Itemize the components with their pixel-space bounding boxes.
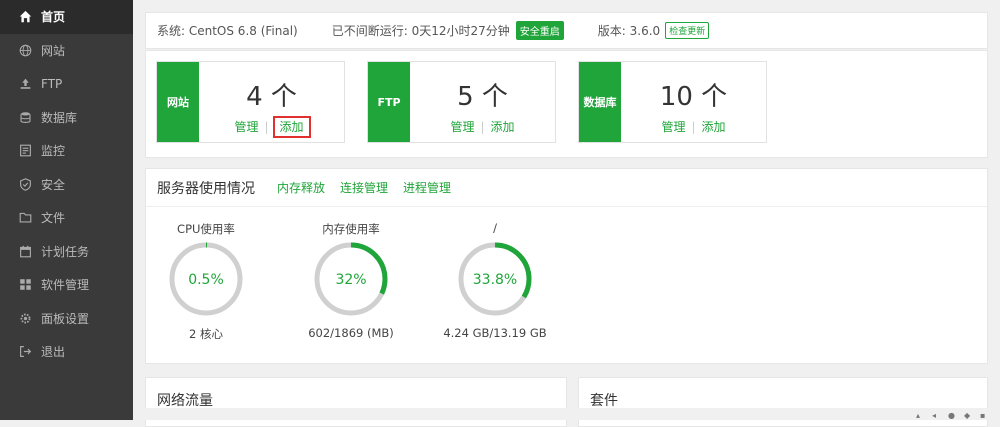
card-count: 10 个	[659, 82, 728, 112]
sidebar-item-label: 监控	[41, 144, 66, 159]
add-link[interactable]: 添加	[702, 120, 726, 134]
connection-manage-link[interactable]: 连接管理	[340, 179, 388, 196]
monitor-icon	[18, 144, 32, 158]
card-label: FTP	[368, 62, 410, 142]
gauge-ring: 33.8%	[458, 242, 532, 316]
sidebar-item-label: 软件管理	[41, 278, 90, 293]
home-icon	[18, 10, 32, 24]
status-strip: ▴ ◂ ● ◆ ▪	[133, 408, 1000, 420]
disk-gauge[interactable]: / 33.8% 4.24 GB/13.19 GB	[435, 221, 555, 340]
card-label: 网站	[157, 62, 199, 142]
gauge-subtitle: 602/1869 (MB)	[308, 326, 394, 340]
tray-icon[interactable]: ●	[948, 412, 958, 420]
globe-icon	[18, 43, 32, 57]
sidebar-item-label: 面板设置	[41, 311, 90, 326]
logout-icon	[18, 345, 32, 359]
shield-icon	[18, 177, 32, 191]
card-label: 数据库	[579, 62, 621, 142]
system-os: 系统: CentOS 6.8 (Final)	[157, 24, 298, 38]
manage-link[interactable]: 管理	[450, 120, 474, 134]
sidebar-item-ftp[interactable]: FTP	[0, 67, 133, 101]
safe-restart-button[interactable]: 安全重启	[515, 21, 564, 40]
sidebar-item-logout[interactable]: 退出	[0, 335, 133, 369]
sidebar-item-label: 数据库	[41, 110, 78, 125]
card-links: 管理 | 添加	[410, 118, 555, 135]
calendar-icon	[18, 244, 32, 258]
sidebar-item-cron[interactable]: 计划任务	[0, 235, 133, 269]
link-separator: |	[691, 120, 696, 134]
check-update-button[interactable]: 检查更新	[665, 22, 710, 39]
sidebar-item-label: 文件	[41, 211, 66, 226]
memory-release-link[interactable]: 内存释放	[277, 179, 325, 196]
cpu-gauge[interactable]: CPU使用率 0.5% 2 核心	[146, 221, 266, 342]
gauge-title: /	[493, 221, 497, 235]
sidebar-item-label: 首页	[41, 10, 66, 25]
panel-version: 版本: 3.6.0 检查更新	[597, 22, 710, 39]
version-text: 版本: 3.6.0	[597, 24, 661, 38]
card-count: 5 个	[457, 82, 508, 112]
sidebar-item-security[interactable]: 安全	[0, 168, 133, 202]
sidebar-item-label: FTP	[41, 76, 63, 91]
database-stat-card: 数据库 10 个 管理 | 添加	[578, 61, 767, 143]
plugins-title: 套件	[590, 393, 618, 409]
gauge-subtitle: 2 核心	[189, 327, 223, 341]
database-icon	[18, 110, 32, 124]
sidebar-item-monitor[interactable]: 监控	[0, 134, 133, 168]
card-count: 4 个	[246, 82, 297, 112]
gauge-ring: 0.5%	[169, 242, 243, 316]
sidebar-item-label: 网站	[41, 43, 66, 58]
sidebar-item-files[interactable]: 文件	[0, 201, 133, 235]
system-info-bar: 系统: CentOS 6.8 (Final) 已不间断运行: 0天12小时27分…	[145, 12, 988, 49]
ftp-stat-card: FTP 5 个 管理 | 添加	[367, 61, 556, 143]
usage-title: 服务器使用情况	[157, 180, 255, 197]
sidebar-item-label: 计划任务	[41, 244, 90, 259]
sidebar: 首页 网站 FTP 数据库 监控 安全 文件 计划任务 软件管理 面板设置 退出	[0, 0, 133, 420]
sidebar-item-website[interactable]: 网站	[0, 34, 133, 68]
apps-icon	[18, 278, 32, 292]
gear-icon	[18, 311, 32, 325]
main-content: 系统: CentOS 6.8 (Final) 已不间断运行: 0天12小时27分…	[133, 0, 1000, 427]
card-links: 管理 | 添加	[621, 118, 766, 135]
link-separator: |	[264, 120, 269, 134]
gauge-title: 内存使用率	[322, 222, 380, 236]
sidebar-item-label: 退出	[41, 345, 66, 360]
add-link[interactable]: 添加	[491, 120, 515, 134]
manage-link[interactable]: 管理	[234, 120, 258, 134]
gauge-value: 0.5%	[188, 272, 224, 288]
sidebar-item-settings[interactable]: 面板设置	[0, 302, 133, 336]
link-separator: |	[480, 120, 485, 134]
gauge-value: 32%	[335, 272, 366, 288]
system-uptime: 已不间断运行: 0天12小时27分钟 安全重启	[332, 21, 564, 40]
sidebar-item-software[interactable]: 软件管理	[0, 268, 133, 302]
gauge-subtitle: 4.24 GB/13.19 GB	[443, 326, 547, 340]
gauge-title: CPU使用率	[177, 222, 235, 236]
uptime-text: 已不间断运行: 0天12小时27分钟	[331, 24, 510, 38]
manage-link[interactable]: 管理	[661, 120, 685, 134]
memory-gauge[interactable]: 内存使用率 32% 602/1869 (MB)	[291, 221, 411, 340]
tray-icon[interactable]: ◂	[932, 412, 942, 420]
process-manage-link[interactable]: 进程管理	[403, 179, 451, 196]
sidebar-item-label: 安全	[41, 177, 66, 192]
upload-icon	[18, 77, 32, 91]
tray-icon[interactable]: ◆	[964, 412, 974, 420]
gauge-ring: 32%	[314, 242, 388, 316]
tray-icons: ▴ ◂ ● ◆ ▪	[916, 412, 990, 420]
network-traffic-title: 网络流量	[157, 393, 213, 409]
server-usage-panel: 服务器使用情况 内存释放 连接管理 进程管理 CPU使用率 0.5% 2 核心 …	[145, 168, 988, 364]
add-link[interactable]: 添加	[272, 116, 311, 138]
card-links: 管理 | 添加	[199, 116, 344, 138]
stats-panel: 网站 4 个 管理 | 添加 FTP 5 个 管理 | 添加 数据库 10 个 管理 | 添…	[145, 50, 988, 158]
tray-icon[interactable]: ▴	[916, 412, 926, 420]
website-stat-card: 网站 4 个 管理 | 添加	[156, 61, 345, 143]
gauge-value: 33.8%	[473, 272, 517, 288]
usage-header: 服务器使用情况 内存释放 连接管理 进程管理	[146, 169, 987, 207]
sidebar-item-home[interactable]: 首页	[0, 0, 133, 34]
folder-icon	[18, 211, 32, 225]
tray-icon[interactable]: ▪	[980, 412, 990, 420]
sidebar-item-database[interactable]: 数据库	[0, 101, 133, 135]
